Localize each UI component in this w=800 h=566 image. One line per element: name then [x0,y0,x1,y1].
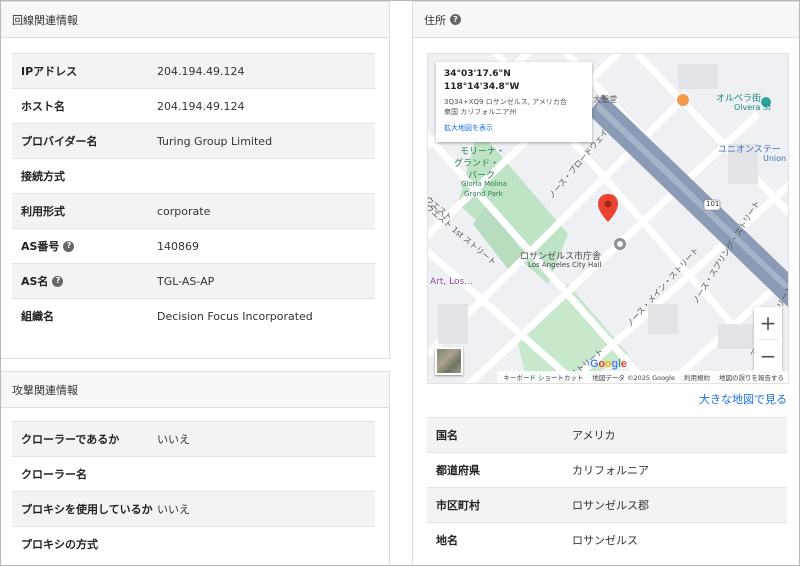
row-value: ロサンゼルス郡 [572,499,649,512]
popup-coordinates: 34°03'17.6"N 118°14'34.8"W [444,69,520,93]
highway-shield: 101 [706,200,720,208]
map-label-gloria-en1: Gloria Molina [461,180,507,188]
row-label: 地名 [436,534,458,547]
popup-address-line1: 3Q34+XQ9 ロサンゼルス, アメリカ合 [444,98,567,107]
map-label-cathedral: 大聖堂 [593,95,617,104]
row-value: いいえ [157,503,190,516]
row-value: 140869 [157,239,199,253]
table-row: AS名 ? TGL-AS-AP [12,263,375,298]
zoom-control: + − [754,307,782,371]
satellite-toggle-button[interactable] [435,347,463,375]
map-label-art: Art, Los... [430,277,473,287]
google-logo: Google [590,358,627,370]
row-value: Turing Group Limited [157,134,273,148]
popup-address-line2: 衆国 カリフォルニア州 [444,108,517,117]
row-value: corporate [157,204,211,218]
table-row: プロバイダー名 Turing Group Limited [12,123,375,158]
row-value: いいえ [157,433,190,446]
row-label: プロキシを使用しているか [21,503,153,516]
row-value: 204.194.49.124 [157,99,245,113]
row-value: Decision Focus Incorporated [157,309,313,323]
terms-link[interactable]: 利用規約 [684,372,710,382]
line-info-title: 回線関連情報 [12,13,78,27]
row-label: 接続方式 [21,170,65,183]
line-info-card: 回線関連情報 IPアドレス 204.194.49.124 ホスト名 204.19… [1,1,390,359]
map-attribution: キーボード ショートカット 地図データ ©2025 Google 利用規約 地図… [497,371,788,383]
table-row: 接続方式 [12,158,375,193]
attack-info-title: 攻撃関連情報 [12,383,78,397]
row-label: 市区町村 [436,499,480,512]
popup-enlarge-link[interactable]: 拡大地図を表示 [444,123,584,133]
row-label: 都道府県 [436,464,480,477]
row-label: AS番号 [21,240,60,253]
google-map[interactable]: 大聖堂 オルベラ街 Olvera St ユニオンステー Union モリーナ・ … [427,53,789,384]
attack-info-header: 攻撃関連情報 [1,372,389,408]
row-value: ロサンゼルス [572,534,638,547]
line-info-table: IPアドレス 204.194.49.124 ホスト名 204.194.49.12… [12,53,375,333]
big-map-link[interactable]: 大きな地図で見る [699,391,787,407]
table-row: 地名 ロサンゼルス [427,522,787,557]
report-error-link[interactable]: 地図の誤りを報告する [719,372,784,382]
address-table: 国名 アメリカ 都道府県 カリフォルニア 市区町村 ロサンゼルス郡 地名 ロサン… [427,417,787,557]
row-label: IPアドレス [21,65,78,78]
row-label: プロキシの方式 [21,538,98,551]
row-value: TGL-AS-AP [157,274,215,288]
attack-info-card: 攻撃関連情報 クローラーであるか いいえ クローラー名 プロキシを使用しているか… [1,371,390,565]
table-row: クローラー名 [12,456,375,491]
address-header: 住所 ? [413,2,799,38]
table-row: IPアドレス 204.194.49.124 [12,53,375,88]
map-label-city-hall-en: Los Angeles City Hall [528,261,602,269]
address-title: 住所 [424,13,446,27]
row-label-with-help: AS番号 ? [12,238,157,254]
line-info-header: 回線関連情報 [1,2,389,38]
map-label-union-en: Union [763,154,787,163]
table-row: 国名 アメリカ [427,417,787,452]
keyboard-shortcuts-link[interactable]: キーボード ショートカット [503,372,583,382]
row-value: アメリカ [572,429,616,442]
table-row: 市区町村 ロサンゼルス郡 [427,487,787,522]
table-row: プロキシを使用しているか いいえ [12,491,375,526]
row-label: AS名 [21,275,49,288]
map-label-gloria-en2: Grand Park [464,190,503,198]
map-info-popup: 34°03'17.6"N 118°14'34.8"W 3Q34+XQ9 ロサンゼ… [436,62,592,142]
table-row: クローラーであるか いいえ [12,421,375,456]
row-label: クローラー名 [21,468,87,481]
row-label: ホスト名 [21,100,65,113]
map-label-olvera-en: Olvera St [734,103,772,112]
row-label: 利用形式 [21,205,65,218]
attack-info-table: クローラーであるか いいえ クローラー名 プロキシを使用しているか いいえ プロ… [12,421,375,561]
table-row: プロキシの方式 [12,526,375,561]
row-label: 国名 [436,429,458,442]
table-row: AS番号 ? 140869 [12,228,375,263]
row-label-with-help: AS名 ? [12,273,157,289]
row-value: 204.194.49.124 [157,64,245,78]
zoom-out-button[interactable]: − [754,340,782,372]
page: 回線関連情報 IPアドレス 204.194.49.124 ホスト名 204.19… [0,0,800,566]
zoom-in-button[interactable]: + [754,307,782,339]
table-row: 都道府県 カリフォルニア [427,452,787,487]
table-row: 組織名 Decision Focus Incorporated [12,298,375,333]
table-row: ホスト名 204.194.49.124 [12,88,375,123]
row-label: プロバイダー名 [21,135,98,148]
help-icon[interactable]: ? [450,14,461,25]
help-icon[interactable]: ? [52,275,64,287]
map-data-credit: 地図データ ©2025 Google [592,374,675,382]
row-value: カリフォルニア [572,464,649,477]
table-row: 利用形式 corporate [12,193,375,228]
help-icon[interactable]: ? [63,240,75,252]
row-label: クローラーであるか [21,433,120,446]
row-label: 組織名 [21,310,54,323]
